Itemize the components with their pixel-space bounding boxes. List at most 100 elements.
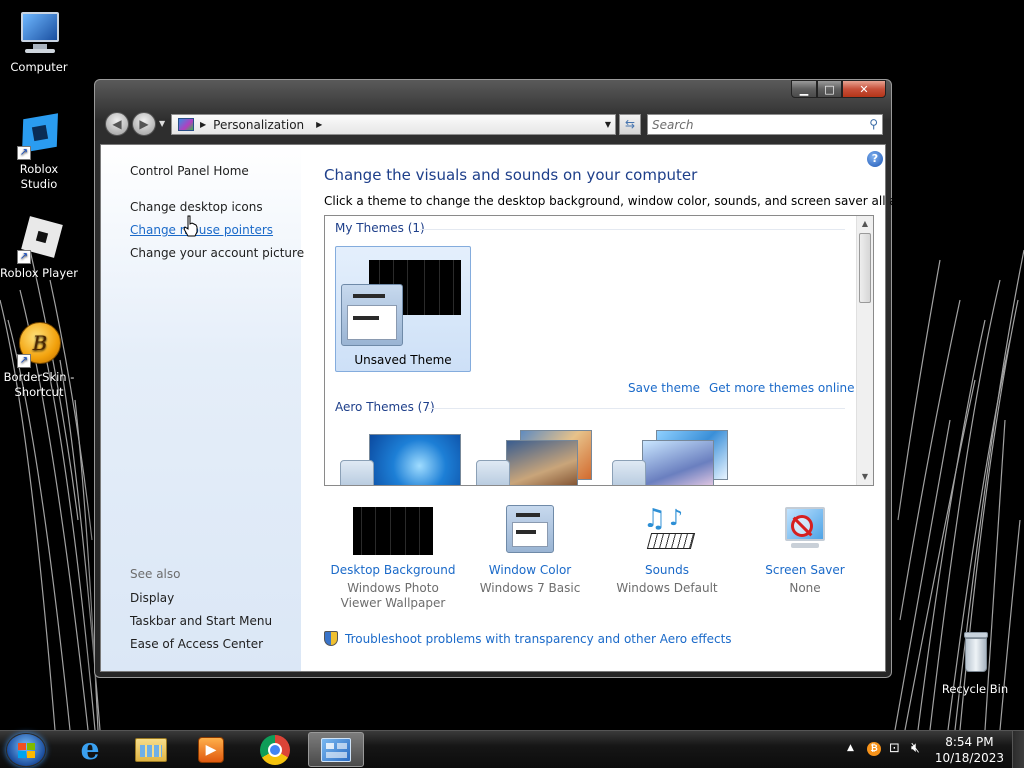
- change-desktop-icons-link[interactable]: Change desktop icons: [130, 200, 263, 214]
- aero-theme-windows-7[interactable]: [340, 434, 464, 485]
- address-dropdown-icon[interactable]: ▼: [605, 120, 611, 129]
- breadcrumb-separator-icon: ▶: [316, 120, 323, 129]
- my-themes-group-label: My Themes (1): [335, 221, 425, 235]
- file-explorer-icon: [135, 737, 167, 762]
- unsaved-theme-tile[interactable]: Unsaved Theme: [335, 246, 471, 372]
- scroll-thumb[interactable]: [859, 233, 871, 303]
- screen-saver-link[interactable]: Screen Saver: [735, 563, 875, 577]
- system-clock[interactable]: 8:54 PM 10/18/2023: [935, 734, 1004, 766]
- help-icon[interactable]: ?: [867, 151, 883, 167]
- chrome-icon: [260, 734, 290, 765]
- group-divider: [428, 408, 845, 409]
- show-hidden-icons-button[interactable]: ▲: [847, 743, 854, 753]
- scroll-up-icon[interactable]: ▲: [857, 216, 873, 232]
- notification-area: ▲ ₿ ⊡ 🔇︎ 8:54 PM 10/18/2023: [839, 731, 1024, 768]
- refresh-button[interactable]: ⇆: [619, 114, 641, 135]
- bitcoin-tray-icon[interactable]: ₿: [867, 742, 881, 756]
- sounds-link[interactable]: Sounds: [597, 563, 737, 577]
- get-more-themes-link[interactable]: Get more themes online: [709, 381, 855, 395]
- computer-icon: [15, 10, 63, 58]
- group-divider: [420, 229, 845, 230]
- navigation-bar: ◀ ▶ ▼ ▶ Personalization ▶ ▼ ⇆ Search ⚲: [103, 111, 883, 137]
- volume-muted-icon[interactable]: 🔇︎: [911, 740, 920, 756]
- forward-button[interactable]: ▶: [132, 112, 156, 136]
- network-icon[interactable]: ⊡: [889, 741, 900, 756]
- minimize-icon: ▁: [799, 82, 809, 96]
- window-color-icon: [488, 505, 572, 559]
- refresh-icon: ⇆: [624, 117, 636, 131]
- desktop-icon-borderskin[interactable]: B ↗ BorderSkin - Shortcut: [0, 320, 78, 400]
- clock-date: 10/18/2023: [934, 751, 1004, 765]
- taskbar-chrome[interactable]: [247, 732, 303, 767]
- shortcut-arrow-icon: ↗: [17, 354, 31, 368]
- search-icon[interactable]: ⚲: [869, 117, 878, 131]
- taskbar-media-player[interactable]: ▶: [183, 732, 239, 767]
- desktop-icon-roblox-studio[interactable]: ↗ Roblox Studio: [0, 112, 78, 192]
- save-theme-link[interactable]: Save theme: [628, 381, 700, 395]
- see-also-heading: See also: [130, 567, 181, 581]
- show-desktop-button[interactable]: [1012, 731, 1024, 768]
- personalization-icon: [321, 737, 351, 762]
- desktop-icon-roblox-player[interactable]: ↗ Roblox Player: [0, 216, 78, 281]
- desktop-background-link[interactable]: Desktop Background: [323, 563, 463, 577]
- window-color-link[interactable]: Window Color: [460, 563, 600, 577]
- desktop-icon-label: BorderSkin - Shortcut: [3, 370, 75, 399]
- forward-arrow-icon: ▶: [139, 117, 149, 131]
- aero-theme-characters[interactable]: [612, 430, 736, 485]
- desktop-icon-label: Recycle Bin: [941, 682, 1009, 696]
- personalization-window: ▁ □ ✕ ◀ ▶ ▼ ▶ Personalization ▶ ▼ ⇆ Sear…: [94, 79, 938, 678]
- desktop-icon-label: Computer: [10, 60, 68, 74]
- close-button[interactable]: ✕: [842, 80, 886, 98]
- recent-pages-dropdown[interactable]: ▼: [159, 119, 165, 128]
- window-color-value: Windows 7 Basic: [479, 581, 581, 595]
- address-bar[interactable]: ▶ Personalization ▶ ▼: [171, 114, 616, 135]
- desktop-background-option[interactable]: Desktop Background Windows Photo Viewer …: [323, 505, 463, 611]
- theme-gallery-scrollbar[interactable]: ▲ ▼: [856, 216, 873, 485]
- breadcrumb-separator-icon: ▶: [200, 120, 207, 129]
- scroll-down-icon[interactable]: ▼: [857, 469, 873, 485]
- control-panel-home-link[interactable]: Control Panel Home: [130, 164, 249, 178]
- sounds-option[interactable]: ♫ ♪ Sounds Windows Default: [597, 505, 737, 596]
- ease-of-access-link[interactable]: Ease of Access Center: [130, 637, 263, 651]
- breadcrumb-personalization[interactable]: Personalization: [213, 118, 304, 132]
- sounds-value: Windows Default: [616, 581, 718, 595]
- start-button[interactable]: [6, 733, 46, 767]
- change-mouse-pointers-link[interactable]: Change mouse pointers: [130, 223, 273, 237]
- recycle-bin-icon: [951, 632, 999, 680]
- control-panel-icon: [178, 118, 194, 131]
- desktop-icon-recycle-bin[interactable]: Recycle Bin: [936, 632, 1014, 697]
- windows-7-theme-preview: [369, 434, 461, 485]
- aero-theme-architecture[interactable]: [476, 430, 600, 485]
- minimize-button[interactable]: ▁: [791, 80, 817, 98]
- shortcut-arrow-icon: ↗: [17, 146, 31, 160]
- troubleshoot-link[interactable]: Troubleshoot problems with transparency …: [324, 631, 732, 646]
- display-link[interactable]: Display: [130, 591, 174, 605]
- taskbar-start-menu-link[interactable]: Taskbar and Start Menu: [130, 614, 272, 628]
- screen-saver-icon: [763, 505, 847, 559]
- desktop-background-icon: [351, 505, 435, 559]
- back-arrow-icon: ◀: [112, 117, 122, 131]
- theme-gallery: My Themes (1) Unsaved Theme Save theme G…: [324, 215, 874, 486]
- page-title: Change the visuals and sounds on your co…: [324, 166, 698, 184]
- borderskin-icon: B ↗: [15, 320, 63, 368]
- media-player-icon: ▶: [198, 736, 224, 763]
- main-pane: ? Change the visuals and sounds on your …: [301, 145, 938, 671]
- sounds-icon: ♫ ♪: [625, 505, 709, 559]
- taskbar-file-explorer[interactable]: [123, 732, 179, 767]
- taskbar-personalization[interactable]: [308, 732, 364, 767]
- shortcut-arrow-icon: ↗: [17, 250, 31, 264]
- change-account-picture-link[interactable]: Change your account picture: [130, 246, 304, 260]
- taskbar-internet-explorer[interactable]: e: [62, 732, 118, 767]
- window-content: Control Panel Home Change desktop icons …: [100, 144, 938, 672]
- window-color-option[interactable]: Window Color Windows 7 Basic: [460, 505, 600, 596]
- screen-saver-option[interactable]: Screen Saver None: [735, 505, 875, 596]
- desktop-icon-computer[interactable]: Computer: [0, 10, 78, 75]
- back-button[interactable]: ◀: [105, 112, 129, 136]
- desktop-background-value: Windows Photo Viewer Wallpaper: [340, 581, 446, 610]
- search-box[interactable]: Search ⚲: [647, 114, 883, 135]
- desktop-icon-label: Roblox Player: [0, 266, 78, 280]
- maximize-button[interactable]: □: [817, 80, 842, 98]
- theme-window-preview: [341, 284, 403, 346]
- roblox-studio-icon: ↗: [15, 112, 63, 160]
- search-input[interactable]: Search: [652, 118, 694, 132]
